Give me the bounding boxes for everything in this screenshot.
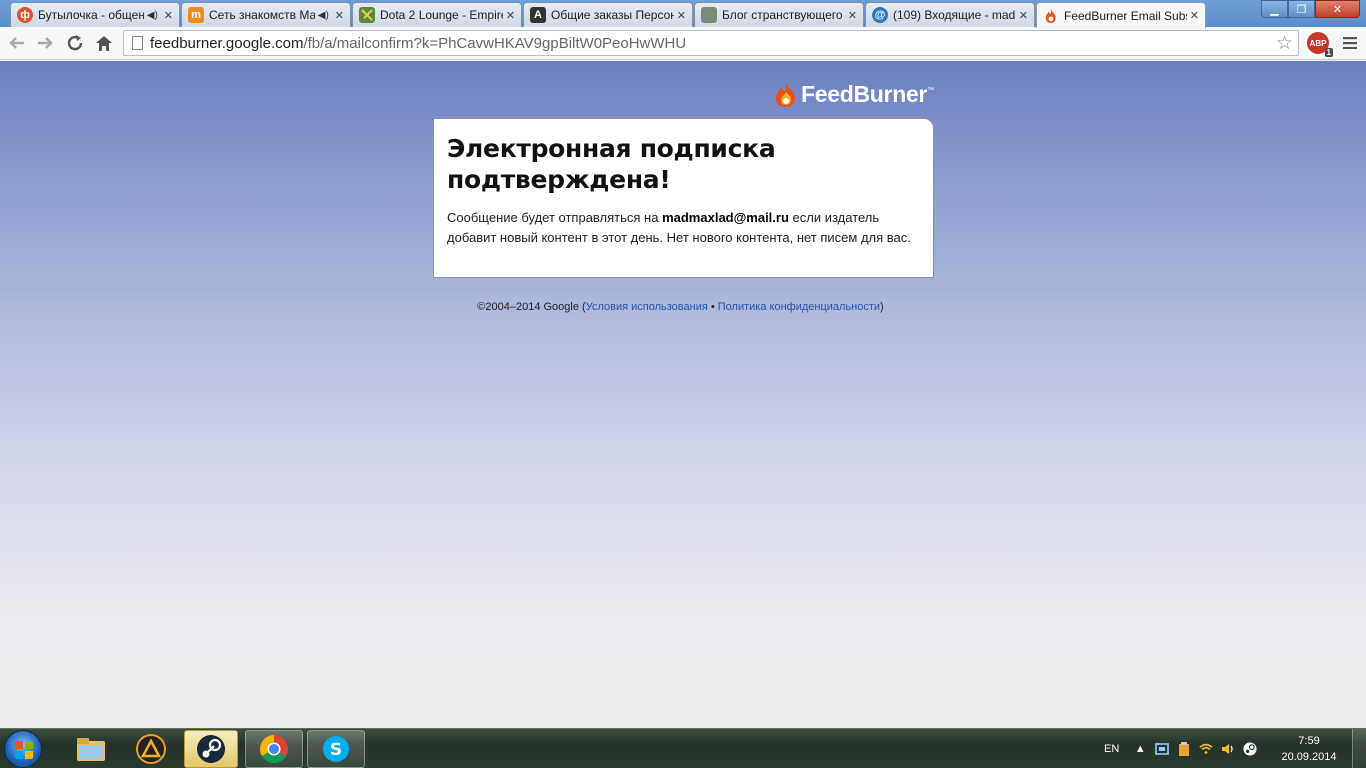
url-host: feedburner.google.com bbox=[150, 34, 304, 52]
close-window-button[interactable]: ✕ bbox=[1315, 0, 1360, 18]
tab-blog[interactable]: Блог странствующего ✕ bbox=[694, 2, 864, 27]
reload-icon bbox=[67, 35, 83, 51]
language-indicator[interactable]: EN bbox=[1104, 743, 1119, 755]
taskbar-aimp[interactable] bbox=[122, 730, 180, 768]
tab-strip: ф Бутылочка - общение ◀) ✕ m Сеть знаком… bbox=[0, 0, 1366, 28]
taskbar-skype[interactable]: S bbox=[307, 730, 365, 768]
tab-dota2-lounge[interactable]: Dota 2 Lounge - Empire ✕ bbox=[352, 2, 522, 27]
footer-separator: • bbox=[707, 301, 718, 313]
adblock-count-badge: 1 bbox=[1324, 48, 1333, 57]
page-footer: ©2004–2014 Google (Условия использования… bbox=[0, 301, 1361, 313]
bookmark-star-icon[interactable]: ☆ bbox=[1276, 32, 1293, 55]
clock-time: 7:59 bbox=[1298, 735, 1320, 747]
close-icon[interactable]: ✕ bbox=[1019, 9, 1028, 22]
speaker-icon[interactable]: ◀) bbox=[147, 10, 158, 21]
page-content: FeedBurner ™ Электронная подписка подтве… bbox=[0, 61, 1366, 728]
url-path: /fb/a/mailconfirm?k=PhCavwHKAV9gpBiltW0P… bbox=[303, 34, 687, 52]
tab-title: Блог странствующего bbox=[722, 8, 843, 22]
home-button[interactable] bbox=[92, 32, 116, 54]
clock-date: 20.09.2014 bbox=[1281, 751, 1337, 763]
volume-icon[interactable] bbox=[1221, 742, 1235, 756]
browser-toolbar: feedburner.google.com/fb/a/mailconfirm?k… bbox=[0, 27, 1366, 60]
message-before: Сообщение будет отправляться на bbox=[447, 210, 663, 225]
favicon-icon: A bbox=[530, 7, 546, 23]
tab-title: Общие заказы Персонаж bbox=[551, 8, 674, 22]
close-icon[interactable]: ✕ bbox=[1190, 9, 1199, 22]
taskbar-file-explorer[interactable] bbox=[62, 730, 120, 768]
page-title: Электронная подписка подтверждена! bbox=[447, 134, 776, 194]
taskbar-chrome[interactable] bbox=[245, 730, 303, 768]
close-icon[interactable]: ✕ bbox=[848, 9, 857, 22]
tab-title: Dota 2 Lounge - Empire bbox=[380, 8, 503, 22]
feedburner-logo: FeedBurner ™ bbox=[774, 81, 934, 108]
start-button[interactable] bbox=[4, 730, 42, 768]
home-icon bbox=[96, 35, 112, 51]
tab-title: (109) Входящие - madmaxlad bbox=[893, 8, 1016, 22]
adblock-plus-icon: ABP bbox=[1309, 38, 1327, 48]
tab-title: Сеть знакомств Мамба bbox=[209, 8, 315, 22]
favicon-icon: ф bbox=[17, 7, 33, 23]
show-hidden-icons-icon[interactable]: ▲ bbox=[1133, 742, 1147, 756]
steam-icon bbox=[197, 735, 225, 763]
system-clock[interactable]: 7:59 20.09.2014 bbox=[1278, 733, 1340, 765]
reload-button[interactable] bbox=[63, 32, 87, 54]
back-button[interactable] bbox=[5, 32, 29, 54]
arrow-right-icon bbox=[38, 37, 53, 49]
privacy-link[interactable]: Политика конфиденциальности bbox=[718, 301, 880, 313]
tab-butylochka[interactable]: ф Бутылочка - общение ◀) ✕ bbox=[10, 2, 180, 27]
confirmation-card: Электронная подписка подтверждена! Сообщ… bbox=[433, 118, 934, 278]
windows-taskbar: S EN ▲ 7:59 20.09.2014 bbox=[0, 728, 1366, 768]
address-bar[interactable]: feedburner.google.com/fb/a/mailconfirm?k… bbox=[123, 30, 1299, 56]
page-icon bbox=[132, 36, 143, 50]
clipboard-icon[interactable] bbox=[1177, 742, 1191, 756]
forward-button[interactable] bbox=[33, 32, 57, 54]
confirmation-message: Сообщение будет отправляться на madmaxla… bbox=[447, 208, 920, 248]
svg-text:S: S bbox=[330, 740, 342, 760]
tab-title: FeedBurner Email Subscription bbox=[1064, 8, 1187, 23]
show-desktop-button[interactable] bbox=[1352, 729, 1366, 768]
system-tray: EN ▲ bbox=[1096, 729, 1265, 768]
arrow-left-icon bbox=[9, 37, 24, 49]
feedburner-flame-icon bbox=[776, 82, 795, 107]
aimp-icon bbox=[136, 734, 166, 764]
network-device-icon[interactable] bbox=[1155, 742, 1170, 756]
chrome-menu-button[interactable] bbox=[1338, 32, 1362, 54]
feedburner-flame-icon bbox=[1043, 8, 1059, 24]
hamburger-menu-icon bbox=[1343, 37, 1357, 49]
image-icon bbox=[701, 7, 717, 23]
maximize-button[interactable]: ❐ bbox=[1288, 0, 1315, 18]
trademark: ™ bbox=[927, 87, 935, 94]
window-controls: ▁ ❐ ✕ bbox=[1261, 0, 1360, 18]
logo-wordmark: FeedBurner bbox=[801, 81, 928, 107]
subscriber-email: madmaxlad@mail.ru bbox=[662, 210, 789, 225]
close-icon[interactable]: ✕ bbox=[164, 9, 173, 22]
windows-logo-icon bbox=[15, 741, 33, 759]
favicon-icon: m bbox=[188, 7, 204, 23]
taskbar-steam[interactable] bbox=[184, 730, 238, 768]
tab-orders[interactable]: A Общие заказы Персонаж ✕ bbox=[523, 2, 693, 27]
close-icon[interactable]: ✕ bbox=[335, 9, 344, 22]
steam-tray-icon[interactable] bbox=[1243, 742, 1257, 756]
tab-title: Бутылочка - общение bbox=[38, 8, 144, 22]
tab-mamba[interactable]: m Сеть знакомств Мамба ◀) ✕ bbox=[181, 2, 351, 27]
close-icon[interactable]: ✕ bbox=[677, 9, 686, 22]
mail-icon: @ bbox=[872, 7, 888, 23]
terms-link[interactable]: Условия использования bbox=[586, 301, 708, 313]
close-icon[interactable]: ✕ bbox=[506, 9, 515, 22]
skype-icon: S bbox=[323, 736, 349, 762]
dota-icon bbox=[359, 7, 375, 23]
wifi-icon[interactable] bbox=[1199, 742, 1213, 756]
tab-inbox[interactable]: @ (109) Входящие - madmaxlad ✕ bbox=[865, 2, 1035, 27]
copyright-text: ©2004–2014 Google ( bbox=[477, 301, 586, 313]
chrome-icon bbox=[260, 735, 288, 763]
tab-feedburner[interactable]: FeedBurner Email Subscription ✕ bbox=[1036, 2, 1206, 28]
minimize-button[interactable]: ▁ bbox=[1261, 0, 1288, 18]
adblock-plus-button[interactable]: ABP 1 bbox=[1307, 32, 1333, 57]
folder-icon bbox=[77, 738, 105, 761]
footer-close: ) bbox=[880, 301, 884, 313]
speaker-icon[interactable]: ◀) bbox=[318, 10, 329, 21]
